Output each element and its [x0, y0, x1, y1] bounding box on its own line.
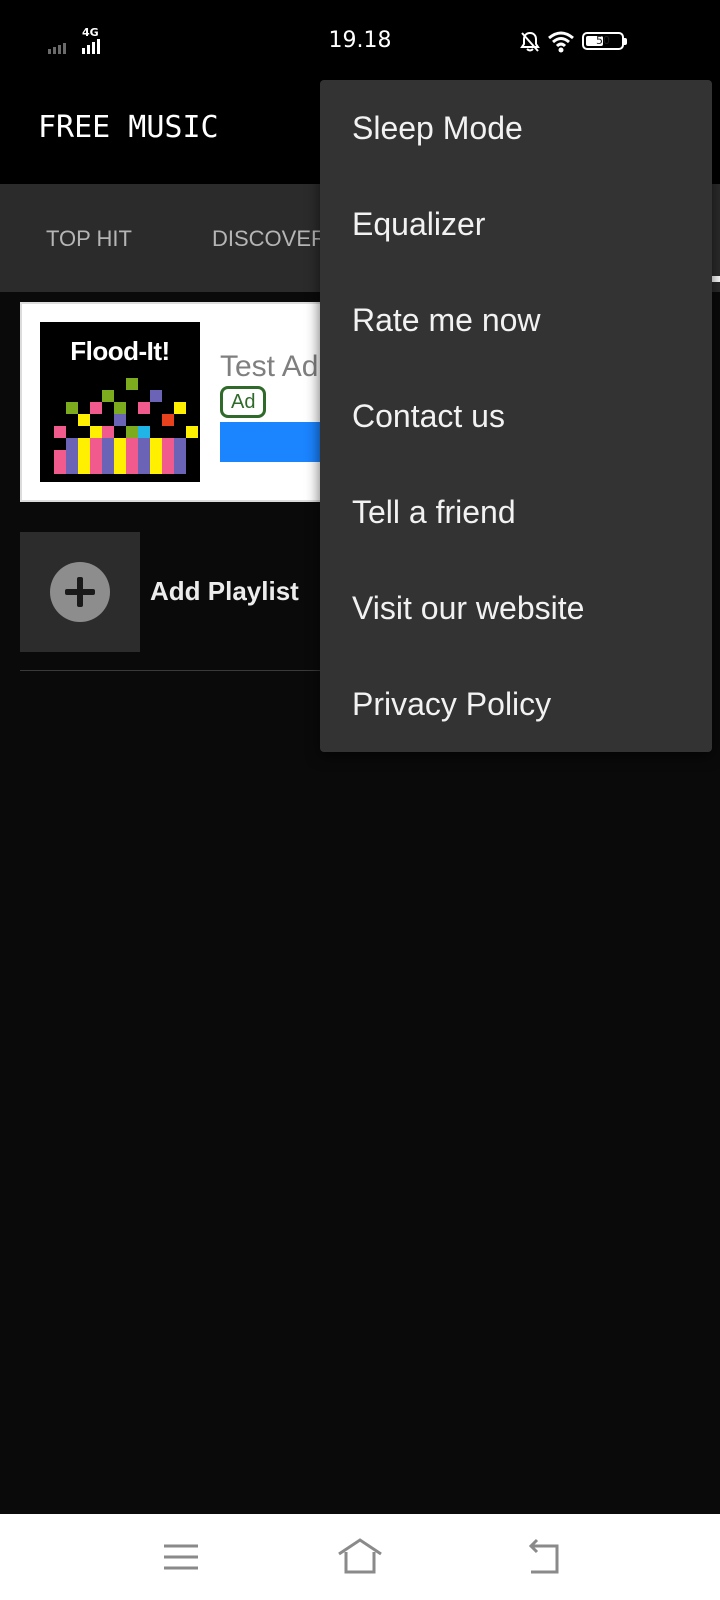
- ad-pixel: [66, 462, 78, 474]
- ad-pixel: [114, 450, 126, 462]
- ad-badge: Ad: [220, 386, 267, 418]
- menu-item-equalizer[interactable]: Equalizer: [320, 176, 712, 272]
- add-playlist-label: Add Playlist: [150, 576, 299, 606]
- home-icon[interactable]: [337, 1534, 383, 1580]
- ad-pixel: [114, 438, 126, 450]
- ad-pixel: [174, 462, 186, 474]
- ad-pixel: [102, 438, 114, 450]
- ad-pixel: [66, 438, 78, 450]
- ad-pixel: [174, 450, 186, 462]
- ad-pixel: [90, 426, 102, 438]
- ad-pixel: [126, 450, 138, 462]
- ad-pixel: [54, 462, 66, 474]
- ad-pixel: [174, 438, 186, 450]
- add-playlist-button[interactable]: Add Playlist: [20, 532, 320, 652]
- ad-pixel: [138, 426, 150, 438]
- ad-pixel: [102, 390, 114, 402]
- ad-headline[interactable]: Test Ad: [220, 350, 318, 384]
- battery-level: 50: [596, 34, 610, 47]
- ad-pixel: [114, 402, 126, 414]
- wifi-icon: [548, 31, 574, 53]
- ad-pixel: [78, 462, 90, 474]
- ad-pixel: [114, 462, 126, 474]
- ad-pixel: [126, 438, 138, 450]
- menu-item-rate-me-now[interactable]: Rate me now: [320, 272, 712, 368]
- ad-pixel: [138, 450, 150, 462]
- ad-pixel: [138, 462, 150, 474]
- ad-pixel: [162, 414, 174, 426]
- tab-top-hit[interactable]: TOP HIT: [46, 226, 132, 252]
- tab-discover[interactable]: DISCOVER: [212, 226, 327, 252]
- navigation-bar: [0, 1514, 720, 1600]
- menu-icon[interactable]: [158, 1534, 204, 1580]
- add-icon: [50, 562, 110, 622]
- menu-item-sleep-mode[interactable]: Sleep Mode: [320, 80, 712, 176]
- ad-pixel: [54, 426, 66, 438]
- ad-pixel: [78, 450, 90, 462]
- ad-pixel: [90, 462, 102, 474]
- ad-pixel: [90, 450, 102, 462]
- ad-pixel: [150, 462, 162, 474]
- ad-pixel: [162, 438, 174, 450]
- ad-pixel: [66, 450, 78, 462]
- ad-pixel: [78, 438, 90, 450]
- ad-pixel: [186, 426, 198, 438]
- ad-pixel: [162, 462, 174, 474]
- ad-image-title: Flood-It!: [70, 336, 170, 366]
- screen: 4G 19.18 50 FREE MUSIC TOP HIT DISCOVER: [0, 0, 720, 1600]
- ad-pixel: [126, 462, 138, 474]
- ad-pixel: [126, 378, 138, 390]
- ad-pixel: [66, 402, 78, 414]
- add-playlist-tile[interactable]: [20, 532, 140, 652]
- app-title: FREE MUSIC: [38, 110, 219, 145]
- ad-pixel: [54, 450, 66, 462]
- status-bar: 4G 19.18 50: [0, 0, 720, 72]
- ad-pixel: [78, 414, 90, 426]
- ad-pixel: [90, 402, 102, 414]
- ad-pixel: [150, 450, 162, 462]
- notifications-off-icon: [520, 31, 540, 52]
- ad-image[interactable]: Flood-It!: [40, 322, 200, 482]
- ad-pixel: [138, 402, 150, 414]
- ad-pixel: [102, 426, 114, 438]
- menu-item-visit-website[interactable]: Visit our website: [320, 560, 712, 656]
- ad-pixel: [114, 414, 126, 426]
- menu-item-privacy-policy[interactable]: Privacy Policy: [320, 656, 712, 752]
- ad-pixel: [102, 450, 114, 462]
- ad-pixel: [126, 426, 138, 438]
- ad-pixel: [174, 402, 186, 414]
- ad-pixel: [102, 462, 114, 474]
- menu-item-contact-us[interactable]: Contact us: [320, 368, 712, 464]
- ad-pixel: [162, 450, 174, 462]
- ad-pixel: [138, 438, 150, 450]
- back-icon[interactable]: [525, 1534, 571, 1580]
- menu-item-tell-a-friend[interactable]: Tell a friend: [320, 464, 712, 560]
- battery-icon: 50: [582, 32, 628, 52]
- ad-pixel: [90, 438, 102, 450]
- ad-pixel: [150, 390, 162, 402]
- ad-pixel: [150, 438, 162, 450]
- overflow-menu: Sleep Mode Equalizer Rate me now Contact…: [320, 80, 712, 752]
- divider: [20, 670, 320, 671]
